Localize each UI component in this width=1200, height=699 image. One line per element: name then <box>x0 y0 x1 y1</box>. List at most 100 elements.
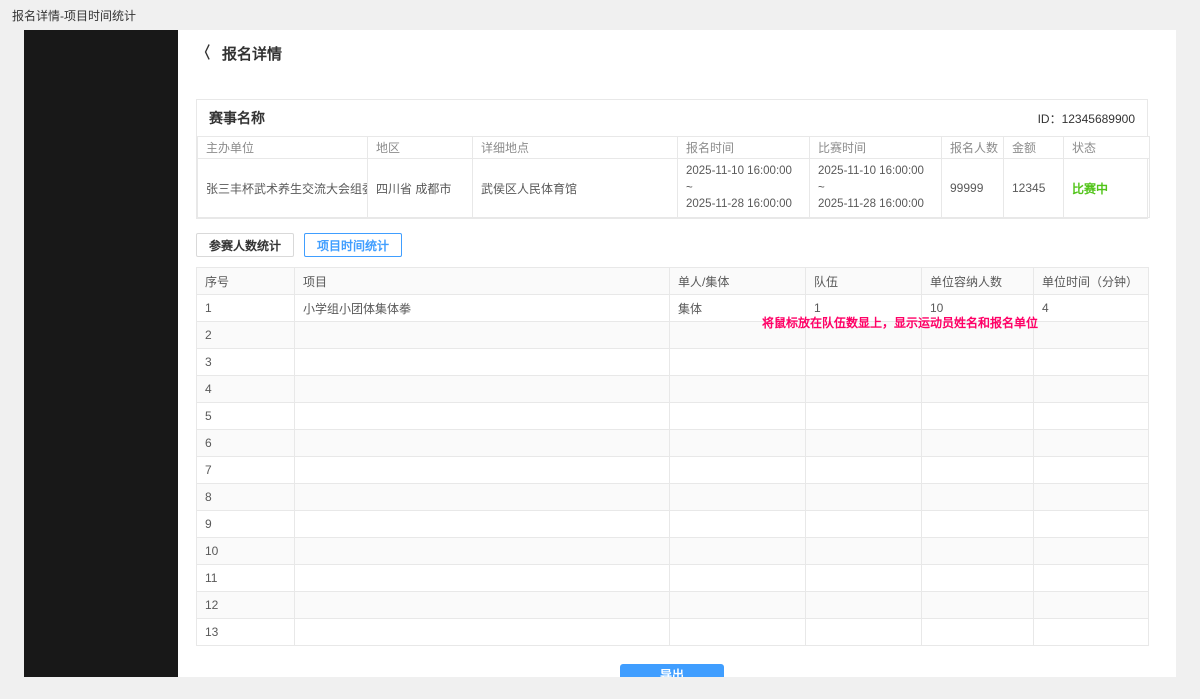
column-header: 金额 <box>1004 137 1064 159</box>
tab-participant-count[interactable]: 参赛人数统计 <box>196 233 294 257</box>
event-venue-cell: 武侯区人民体育馆 <box>473 159 678 218</box>
table-cell <box>670 619 806 646</box>
table-cell <box>806 457 922 484</box>
table-cell: 9 <box>197 511 295 538</box>
table-cell <box>806 592 922 619</box>
table-cell <box>1034 538 1149 565</box>
table-cell <box>922 376 1034 403</box>
table-cell <box>806 511 922 538</box>
event-table: 主办单位地区详细地点报名时间比赛时间报名人数金额状态 张三丰杯武术养生交流大会组… <box>197 136 1150 218</box>
column-header: 序号 <box>197 268 295 295</box>
table-cell: 11 <box>197 565 295 592</box>
browser-topbar: 报名详情-项目时间统计 <box>0 0 1200 30</box>
event-region-cell: 四川省 成都市 <box>368 159 473 218</box>
table-row: 13 <box>197 619 1149 646</box>
table-cell <box>1034 376 1149 403</box>
table-cell: 10 <box>922 295 1034 322</box>
event-name: 赛事名称 <box>209 108 265 128</box>
event-signup-time-cell: 2025-11-10 16:00:00 ~ 2025-11-28 16:00:0… <box>678 159 810 218</box>
column-header: 比赛时间 <box>810 137 942 159</box>
table-cell <box>295 376 670 403</box>
event-match-time-cell: 2025-11-10 16:00:00 ~ 2025-11-28 16:00:0… <box>810 159 942 218</box>
table-cell <box>806 565 922 592</box>
table-cell <box>295 457 670 484</box>
column-header: 单位时间（分钟） <box>1034 268 1149 295</box>
tab-project-time[interactable]: 项目时间统计 <box>304 233 402 257</box>
table-cell <box>1034 592 1149 619</box>
table-cell <box>295 511 670 538</box>
table-cell <box>806 376 922 403</box>
table-cell <box>806 430 922 457</box>
export-row: 导出 <box>196 646 1148 677</box>
event-table-row: 张三丰杯武术养生交流大会组委会 四川省 成都市 武侯区人民体育馆 2025-11… <box>198 159 1150 218</box>
table-cell: 1 <box>806 295 922 322</box>
table-cell <box>295 538 670 565</box>
table-cell <box>922 457 1034 484</box>
table-cell: 12 <box>197 592 295 619</box>
table-cell <box>806 322 922 349</box>
column-header: 单人/集体 <box>670 268 806 295</box>
table-cell <box>670 592 806 619</box>
table-cell: 8 <box>197 484 295 511</box>
table-row: 6 <box>197 430 1149 457</box>
table-cell <box>295 403 670 430</box>
table-cell <box>1034 430 1149 457</box>
table-cell: 1 <box>197 295 295 322</box>
table-cell <box>1034 484 1149 511</box>
table-cell <box>670 457 806 484</box>
export-button[interactable]: 导出 <box>620 664 724 677</box>
table-cell <box>806 349 922 376</box>
stats-tabs: 参赛人数统计 项目时间统计 <box>196 233 1148 257</box>
table-cell <box>806 538 922 565</box>
table-cell <box>922 322 1034 349</box>
table-cell <box>1034 322 1149 349</box>
column-header: 主办单位 <box>198 137 368 159</box>
table-cell <box>670 376 806 403</box>
event-status-cell: 比赛中 <box>1064 159 1150 218</box>
table-cell: 4 <box>197 376 295 403</box>
table-cell <box>295 430 670 457</box>
page-header: 〈 报名详情 <box>178 30 1176 73</box>
table-cell: 集体 <box>670 295 806 322</box>
table-row: 8 <box>197 484 1149 511</box>
table-cell: 5 <box>197 403 295 430</box>
table-cell: 7 <box>197 457 295 484</box>
table-cell: 6 <box>197 430 295 457</box>
app-frame: 〈 报名详情 赛事名称 ID：12345689900 主办单位地区详细地点报名时… <box>24 30 1176 677</box>
table-cell <box>806 619 922 646</box>
table-cell <box>295 349 670 376</box>
table-cell <box>922 592 1034 619</box>
stats-table-wrap: 序号项目单人/集体队伍单位容纳人数单位时间（分钟） 1小学组小团体集体拳集体11… <box>196 267 1148 646</box>
event-id: ID：12345689900 <box>1038 110 1135 127</box>
table-cell <box>670 511 806 538</box>
event-card: 赛事名称 ID：12345689900 主办单位地区详细地点报名时间比赛时间报名… <box>196 99 1148 219</box>
table-cell <box>922 484 1034 511</box>
table-row: 3 <box>197 349 1149 376</box>
table-cell <box>295 592 670 619</box>
table-cell <box>670 484 806 511</box>
table-row: 7 <box>197 457 1149 484</box>
table-cell <box>922 565 1034 592</box>
back-icon[interactable]: 〈 <box>198 46 210 62</box>
table-cell <box>670 565 806 592</box>
table-cell <box>922 511 1034 538</box>
table-cell <box>670 322 806 349</box>
table-cell <box>295 565 670 592</box>
table-row: 10 <box>197 538 1149 565</box>
column-header: 单位容纳人数 <box>922 268 1034 295</box>
event-table-header-row: 主办单位地区详细地点报名时间比赛时间报名人数金额状态 <box>198 137 1150 159</box>
column-header: 项目 <box>295 268 670 295</box>
table-cell: 3 <box>197 349 295 376</box>
table-cell <box>922 349 1034 376</box>
table-cell <box>922 538 1034 565</box>
table-cell <box>806 484 922 511</box>
column-header: 状态 <box>1064 137 1150 159</box>
column-header: 详细地点 <box>473 137 678 159</box>
event-amount-cell: 12345 <box>1004 159 1064 218</box>
table-cell <box>1034 619 1149 646</box>
table-row: 4 <box>197 376 1149 403</box>
table-row: 5 <box>197 403 1149 430</box>
table-cell <box>670 538 806 565</box>
column-header: 报名人数 <box>942 137 1004 159</box>
table-cell <box>922 430 1034 457</box>
